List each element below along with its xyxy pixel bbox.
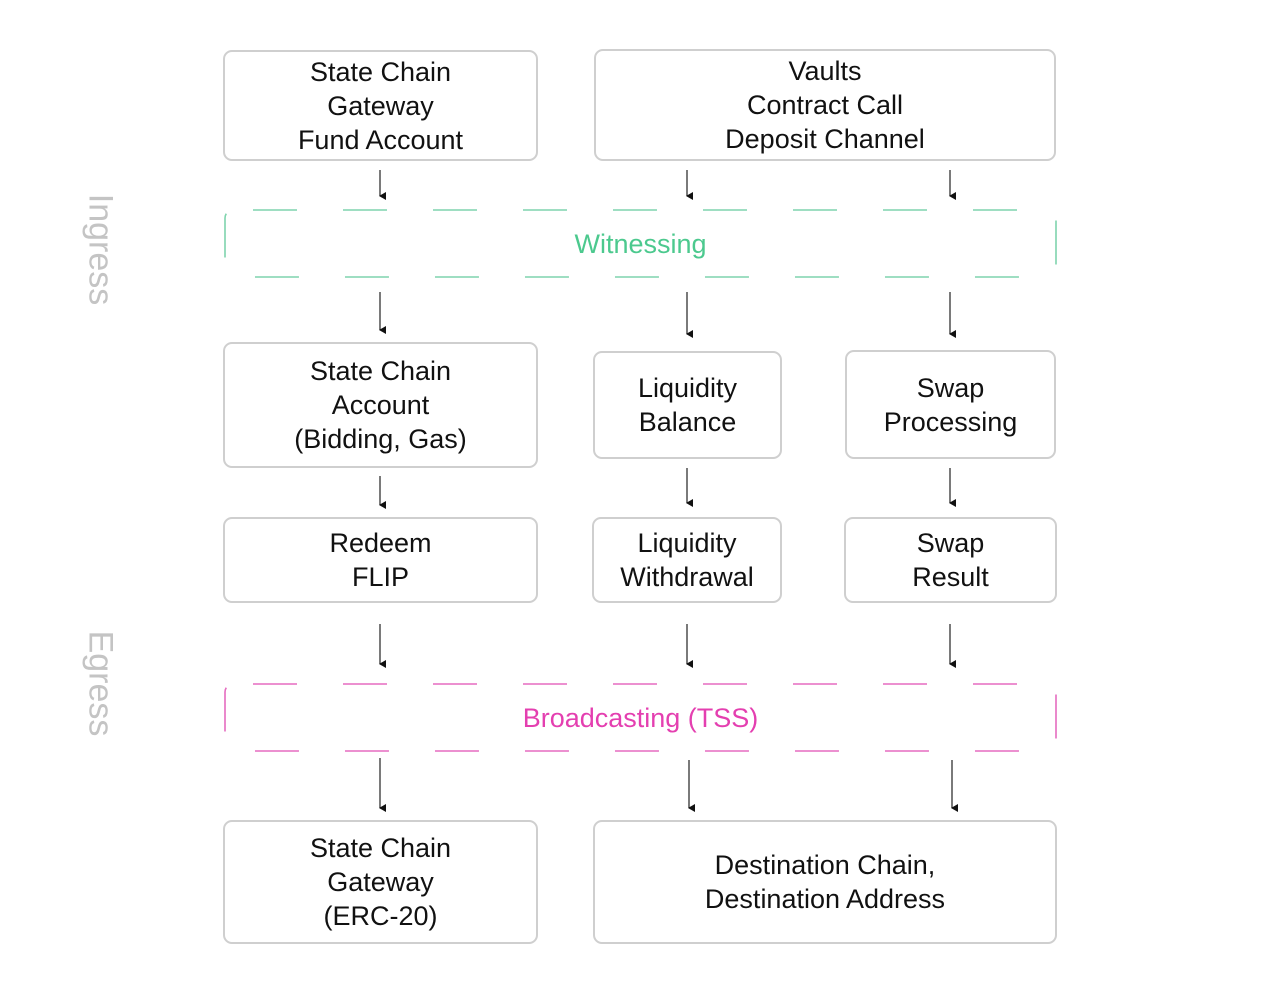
node-label: Vaults Contract Call Deposit Channel — [725, 56, 925, 154]
broadcasting-band: Broadcasting (TSS) — [224, 683, 1057, 752]
node-vaults: Vaults Contract Call Deposit Channel — [594, 49, 1056, 161]
node-label: State Chain Gateway (ERC-20) — [309, 833, 452, 931]
node-liquidity-withdrawal: Liquidity Withdrawal — [592, 517, 782, 603]
node-state-chain-gateway-erc20: State Chain Gateway (ERC-20) — [223, 820, 538, 944]
node-redeem-flip: Redeem FLIP — [223, 517, 538, 603]
node-swap-processing: Swap Processing — [845, 350, 1056, 459]
node-label: State Chain Gateway Fund Account — [297, 56, 464, 155]
node-label: Liquidity Withdrawal — [620, 528, 754, 592]
node-label: Swap Processing — [883, 372, 1018, 437]
broadcasting-label: Broadcasting (TSS) — [522, 703, 759, 733]
node-label: Liquidity Balance — [637, 373, 738, 437]
node-label: Swap Result — [912, 528, 989, 592]
node-destination: Destination Chain, Destination Address — [593, 820, 1057, 944]
witnessing-band: Witnessing — [224, 209, 1057, 278]
node-label: Destination Chain, Destination Address — [704, 850, 946, 914]
node-label: State Chain Account (Bidding, Gas) — [294, 356, 467, 454]
node-state-chain-gateway-fund-account: State Chain Gateway Fund Account — [223, 50, 538, 161]
node-liquidity-balance: Liquidity Balance — [593, 351, 782, 459]
node-swap-result: Swap Result — [844, 517, 1057, 603]
witnessing-label: Witnessing — [574, 229, 707, 259]
node-label: Redeem FLIP — [329, 528, 432, 592]
node-state-chain-account: State Chain Account (Bidding, Gas) — [223, 342, 538, 468]
